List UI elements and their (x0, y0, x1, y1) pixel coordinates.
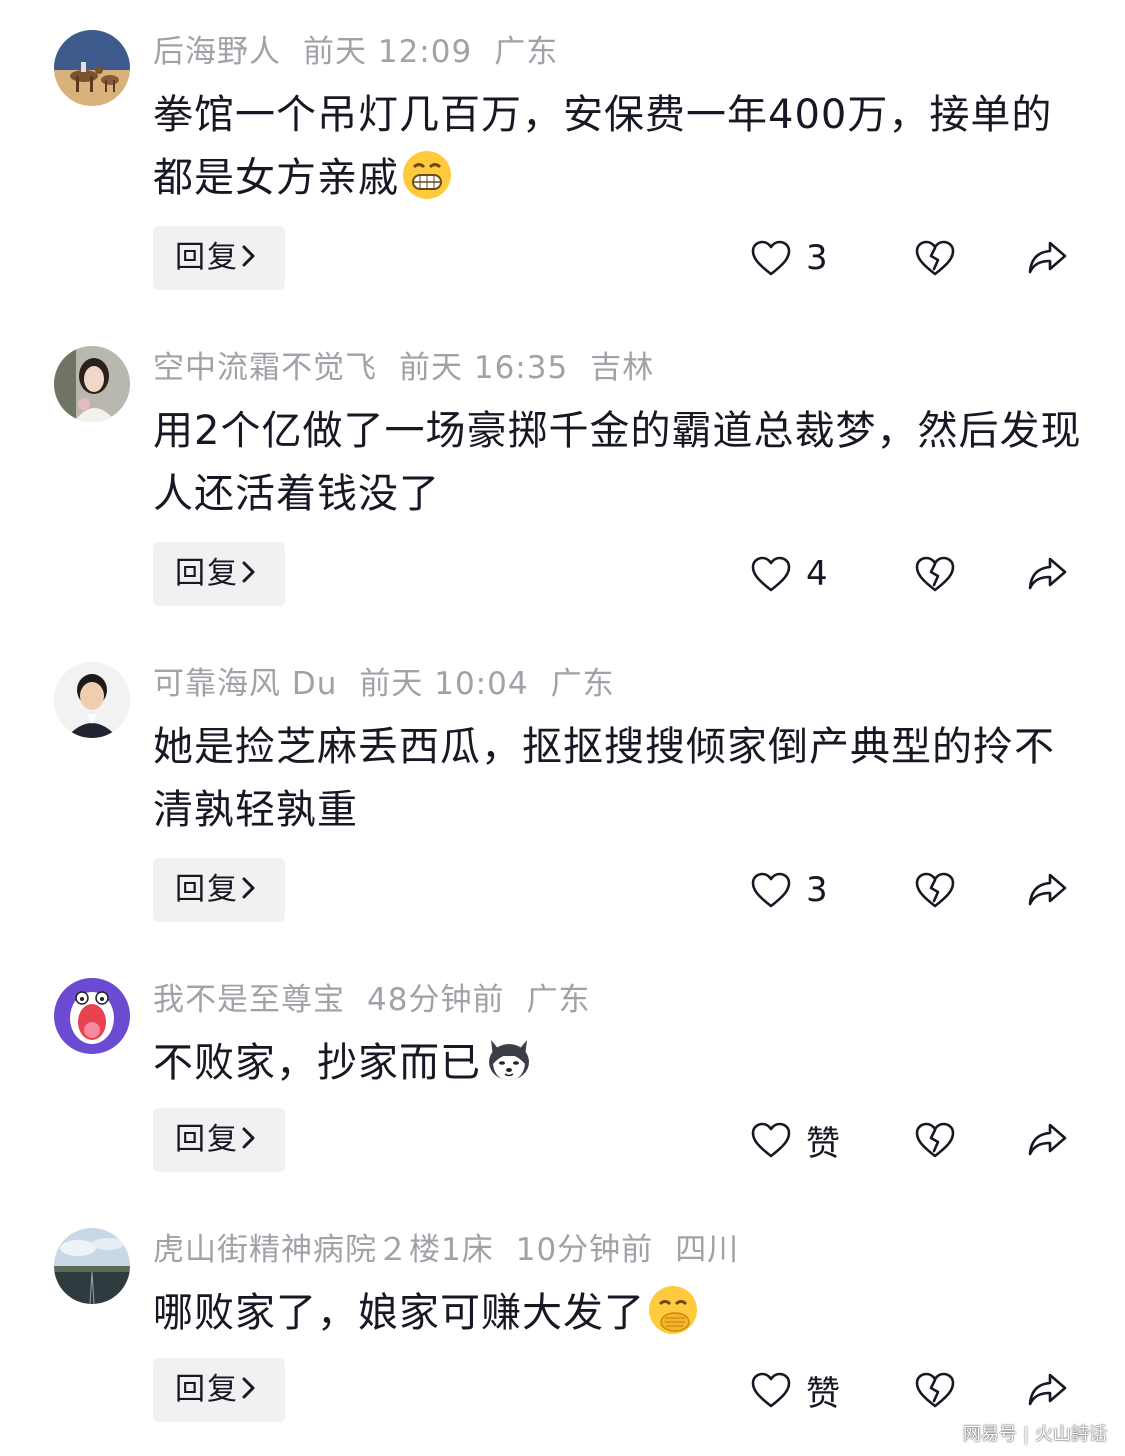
woman-portrait-avatar (54, 346, 130, 422)
watermark-right: 火山詩话 (1035, 1424, 1107, 1445)
comment-location: 广东 (494, 34, 559, 70)
comment-text: 拳馆一个吊灯几百万，安保费一年400万，接单的都是女方亲戚 (153, 84, 1083, 210)
desert-camel-rider-avatar (54, 30, 130, 106)
dislike-button[interactable] (914, 1358, 956, 1422)
user-avatar[interactable] (54, 30, 130, 106)
username[interactable]: 后海野人 (153, 32, 281, 72)
reply-button[interactable]: 回复 (153, 1358, 285, 1422)
watermark-left: 网易号 (962, 1424, 1017, 1445)
reply-button[interactable]: 回复 (153, 858, 285, 922)
comment-location: 广东 (550, 666, 615, 702)
grinning-face-emoji (401, 149, 453, 201)
broken-heart-icon (914, 239, 956, 277)
reply-label: 回复 (175, 556, 239, 591)
reply-button[interactable]: 回复 (153, 1108, 285, 1172)
comment-text-content: 不败家，抄家而已 (153, 1040, 481, 1086)
like-count: 赞 (806, 1373, 840, 1414)
heart-icon (750, 555, 792, 593)
like-count: 3 (806, 238, 828, 278)
comment-list: 后海野人 前天 12:09 广东 拳馆一个吊灯几百万，安保费一年400万，接单的都是… (0, 0, 1125, 1456)
comment-location: 四川 (675, 1232, 740, 1268)
comment-meta: 空中流霜不觉飞 前天 16:35 吉林 (153, 348, 654, 388)
share-button[interactable] (1026, 226, 1068, 290)
man-portrait-avatar (54, 662, 130, 738)
share-arrow-icon (1026, 1371, 1068, 1409)
share-arrow-icon (1026, 1121, 1068, 1159)
reply-label: 回复 (175, 872, 239, 907)
username[interactable]: 我不是至尊宝 (153, 980, 345, 1020)
user-avatar[interactable] (54, 662, 130, 738)
reply-label: 回复 (175, 1372, 239, 1407)
username[interactable]: 虎山街精神病院２楼1床 (153, 1230, 494, 1270)
comment-meta: 后海野人 前天 12:09 广东 (153, 32, 558, 72)
user-avatar[interactable] (54, 978, 130, 1054)
comment-text-content: 她是捡芝麻丢西瓜，抠抠搜搜倾家倒产典型的拎不清孰轻孰重 (153, 724, 1055, 833)
reply-label: 回复 (175, 1122, 239, 1157)
dislike-button[interactable] (914, 226, 956, 290)
reply-button[interactable]: 回复 (153, 226, 285, 290)
like-button[interactable]: 4 (750, 542, 828, 606)
heart-icon (750, 871, 792, 909)
heart-icon (750, 239, 792, 277)
dislike-button[interactable] (914, 542, 956, 606)
comment-time: 48分钟前 (367, 982, 505, 1018)
comment-time: 前天 10:04 (359, 666, 529, 702)
like-button[interactable]: 赞 (750, 1108, 840, 1172)
like-count: 赞 (806, 1123, 840, 1164)
dislike-button[interactable] (914, 1108, 956, 1172)
share-arrow-icon (1026, 555, 1068, 593)
user-avatar[interactable] (54, 346, 130, 422)
comment-text-content: 拳馆一个吊灯几百万，安保费一年400万，接单的都是女方亲戚 (153, 92, 1053, 201)
comment-text: 用2个亿做了一场豪掷千金的霸道总裁梦，然后发现人还活着钱没了 (153, 400, 1083, 526)
share-button[interactable] (1026, 858, 1068, 922)
broken-heart-icon (914, 555, 956, 593)
share-button[interactable] (1026, 542, 1068, 606)
broken-heart-icon (914, 1371, 956, 1409)
comment-time: 前天 16:35 (399, 350, 569, 386)
like-button[interactable]: 3 (750, 226, 828, 290)
dislike-button[interactable] (914, 858, 956, 922)
reply-label: 回复 (175, 240, 239, 275)
comment-meta: 虎山街精神病院２楼1床 10分钟前 四川 (153, 1230, 739, 1270)
comment-meta: 可靠海风 Du 前天 10:04 广东 (153, 664, 615, 704)
broken-heart-icon (914, 871, 956, 909)
like-button[interactable]: 赞 (750, 1358, 840, 1422)
chevron-right-icon (241, 1110, 257, 1174)
comment-text-content: 哪败家了，娘家可赚大发了 (153, 1290, 645, 1336)
comment-time: 10分钟前 (515, 1232, 654, 1268)
broken-heart-icon (914, 1121, 956, 1159)
reply-button[interactable]: 回复 (153, 542, 285, 606)
husky-dog-emoji (483, 1034, 535, 1086)
comment-location: 广东 (526, 982, 591, 1018)
heart-icon (750, 1371, 792, 1409)
like-count: 4 (806, 554, 828, 594)
comment-time: 前天 12:09 (303, 34, 473, 70)
like-count: 3 (806, 870, 828, 910)
like-button[interactable]: 3 (750, 858, 828, 922)
watermark: 网易号 | 火山詩话 (963, 1420, 1107, 1446)
user-avatar[interactable] (54, 1228, 130, 1304)
comment-text: 她是捡芝麻丢西瓜，抠抠搜搜倾家倒产典型的拎不清孰轻孰重 (153, 716, 1083, 842)
comment-text-content: 用2个亿做了一场豪掷千金的霸道总裁梦，然后发现人还活着钱没了 (153, 408, 1082, 517)
comment-text: 不败家，抄家而已 (153, 1032, 1083, 1095)
chevron-right-icon (241, 1360, 257, 1424)
share-arrow-icon (1026, 239, 1068, 277)
username[interactable]: 可靠海风 Du (153, 664, 337, 704)
comment-text: 哪败家了，娘家可赚大发了 (153, 1282, 1083, 1345)
comment-location: 吉林 (590, 350, 655, 386)
watermark-separator: | (1022, 1424, 1029, 1445)
chevron-right-icon (241, 228, 257, 292)
comment-meta: 我不是至尊宝 48分钟前 广东 (153, 980, 590, 1020)
chevron-right-icon (241, 860, 257, 924)
sky-road-landscape-avatar (54, 1228, 130, 1304)
chevron-right-icon (241, 544, 257, 608)
share-button[interactable] (1026, 1108, 1068, 1172)
share-button[interactable] (1026, 1358, 1068, 1422)
heart-icon (750, 1121, 792, 1159)
hand-over-mouth-emoji (647, 1284, 699, 1336)
share-arrow-icon (1026, 871, 1068, 909)
cartoon-screaming-face-avatar (54, 978, 130, 1054)
username[interactable]: 空中流霜不觉飞 (153, 348, 377, 388)
